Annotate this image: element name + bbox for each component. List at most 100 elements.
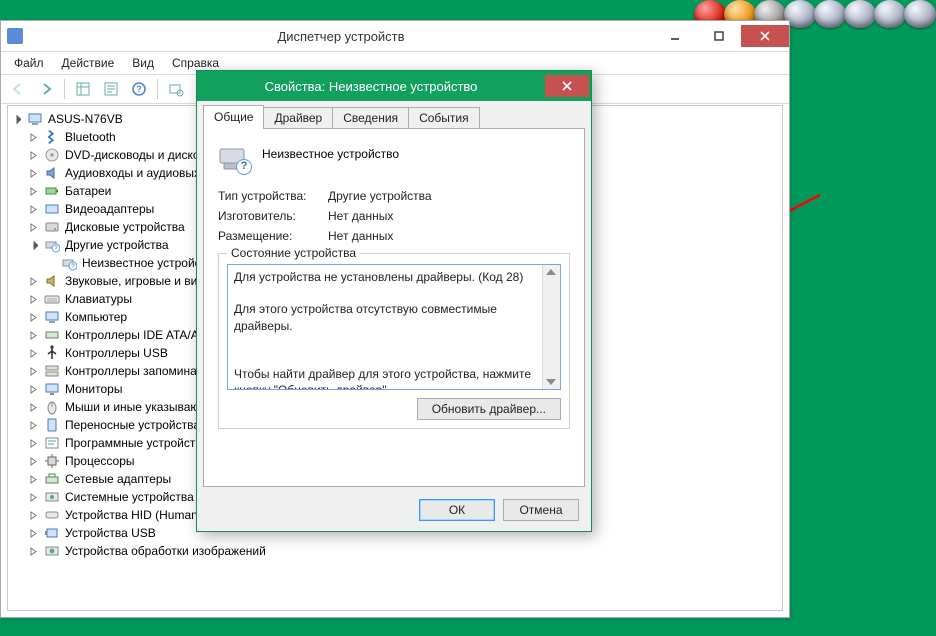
expander-icon[interactable] (27, 185, 39, 197)
label-location: Размещение: (218, 229, 328, 243)
tree-node-label: Мониторы (63, 382, 124, 396)
expander-icon[interactable] (27, 491, 39, 503)
expander-icon[interactable] (27, 527, 39, 539)
tree-node-label: ASUS-N76VB (46, 112, 125, 126)
tab-details[interactable]: Сведения (332, 107, 409, 129)
dialog-close-button[interactable] (545, 75, 589, 97)
menu-view[interactable]: Вид (123, 54, 163, 72)
maximize-button[interactable] (697, 25, 741, 47)
tree-node[interactable]: Устройства обработки изображений (8, 542, 782, 560)
tree-node-label: Сетевые адаптеры (63, 472, 173, 486)
expander-icon[interactable] (44, 257, 56, 269)
menu-file[interactable]: Файл (5, 54, 53, 72)
label-manufacturer: Изготовитель: (218, 209, 328, 223)
tray-badge[interactable] (904, 0, 936, 28)
expander-icon[interactable] (27, 131, 39, 143)
expander-icon[interactable] (27, 149, 39, 161)
tree-node-label: Компьютер (63, 310, 129, 324)
tab-events[interactable]: События (408, 107, 480, 129)
mon-icon (44, 381, 60, 397)
expander-icon[interactable] (27, 311, 39, 323)
toolbar-show-button[interactable] (70, 76, 96, 102)
status-line: Для устройства не установлены драйверы. … (234, 269, 536, 285)
expander-icon[interactable] (27, 329, 39, 341)
expander-icon[interactable] (27, 167, 39, 179)
tree-node-label: Программные устройства (63, 436, 210, 450)
expander-icon[interactable] (10, 113, 22, 125)
tree-node-label: Устройства USB (63, 526, 158, 540)
toolbar-separator (64, 79, 65, 99)
bat-icon (44, 183, 60, 199)
expander-icon[interactable] (27, 347, 39, 359)
comp-icon (44, 309, 60, 325)
expander-icon[interactable] (27, 473, 39, 485)
expander-icon[interactable] (27, 437, 39, 449)
hid-icon (44, 507, 60, 523)
minimize-button[interactable] (653, 25, 697, 47)
expander-icon[interactable] (27, 221, 39, 233)
expander-icon[interactable] (27, 419, 39, 431)
tab-driver[interactable]: Драйвер (263, 107, 333, 129)
tree-node-label: Другие устройства (63, 238, 171, 252)
ok-button[interactable]: ОК (419, 499, 495, 521)
toolbar-help-button[interactable]: ? (126, 76, 152, 102)
expander-icon[interactable] (27, 365, 39, 377)
tab-page-general: ? Неизвестное устройство Тип устройства:… (203, 128, 585, 487)
update-driver-button[interactable]: Обновить драйвер... (417, 398, 561, 420)
expander-icon[interactable] (27, 293, 39, 305)
close-button[interactable] (741, 25, 789, 47)
cancel-button[interactable]: Отмена (503, 499, 579, 521)
tree-node-label: Bluetooth (63, 130, 118, 144)
device-name: Неизвестное устройство (262, 141, 399, 161)
expander-icon[interactable] (27, 383, 39, 395)
device-status-group: Состояние устройства Для устройства не у… (218, 253, 570, 429)
expander-icon[interactable] (27, 239, 39, 251)
tree-node-label: Контроллеры USB (63, 346, 170, 360)
label-device-type: Тип устройства: (218, 189, 328, 203)
toolbar-back-button (5, 76, 31, 102)
device-status-text[interactable]: Для устройства не установлены драйверы. … (227, 264, 561, 390)
tree-node-label: Дисковые устройства (63, 220, 187, 234)
tray-badge[interactable] (844, 0, 876, 28)
stor-icon (44, 363, 60, 379)
toolbar-fwd-button[interactable] (33, 76, 59, 102)
status-line (234, 350, 536, 366)
tree-node-label: Переносные устройства (63, 418, 202, 432)
tray-badge[interactable] (814, 0, 846, 28)
unk-icon: ? (44, 237, 60, 253)
dialog-title: Свойства: Неизвестное устройство (197, 79, 545, 94)
expander-icon[interactable] (27, 275, 39, 287)
expander-icon[interactable] (27, 401, 39, 413)
tree-node-label: Системные устройства (63, 490, 196, 504)
scrollbar[interactable] (542, 265, 560, 389)
expander-icon[interactable] (27, 545, 39, 557)
titlebar[interactable]: Диспетчер устройств (1, 21, 789, 52)
properties-dialog: Свойства: Неизвестное устройство Общие Д… (196, 70, 592, 532)
usbd-icon (44, 525, 60, 541)
status-line (234, 334, 536, 350)
tree-node-label: Видеоадаптеры (63, 202, 156, 216)
menu-action[interactable]: Действие (53, 54, 124, 72)
tray-badge[interactable] (874, 0, 906, 28)
vid-icon (44, 201, 60, 217)
tree-node-label: Процессоры (63, 454, 137, 468)
app-icon (7, 28, 23, 44)
group-title: Состояние устройства (227, 246, 360, 260)
expander-icon[interactable] (27, 509, 39, 521)
mse-icon (44, 399, 60, 415)
expander-icon[interactable] (27, 455, 39, 467)
value-manufacturer: Нет данных (328, 209, 393, 223)
toolbar-scan-button[interactable] (163, 76, 189, 102)
sys-icon (44, 489, 60, 505)
tab-general[interactable]: Общие (203, 105, 264, 129)
snd-icon (44, 273, 60, 289)
expander-icon[interactable] (27, 203, 39, 215)
toolbar-props-button[interactable] (98, 76, 124, 102)
status-line: Для этого устройства отсутствую совмести… (234, 301, 536, 333)
dvd-icon (44, 147, 60, 163)
dialog-titlebar[interactable]: Свойства: Неизвестное устройство (197, 71, 591, 101)
port-icon (44, 417, 60, 433)
tree-node-label: Батареи (63, 184, 113, 198)
toolbar-separator (157, 79, 158, 99)
comp-icon (27, 111, 43, 127)
